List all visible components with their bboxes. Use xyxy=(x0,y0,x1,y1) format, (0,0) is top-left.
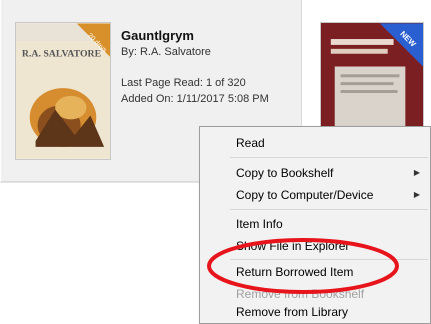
menu-separator xyxy=(230,157,428,158)
menu-separator xyxy=(230,209,428,210)
book-title: Gauntlgrym xyxy=(121,28,194,43)
added-on: Added On: 1/11/2017 5:08 PM xyxy=(121,93,269,105)
book-author: By: R.A. Salvatore xyxy=(121,46,211,58)
annotation-oval-shape xyxy=(207,238,399,294)
book-cover: R.A. SALVATORE 20 days xyxy=(15,22,111,160)
menu-item-copy-to-computer-label: Copy to Computer/Device xyxy=(236,188,374,202)
menu-item-copy-to-bookshelf[interactable]: Copy to Bookshelf ▶ xyxy=(200,162,431,184)
chevron-right-icon: ▶ xyxy=(413,168,420,177)
menu-item-item-info[interactable]: Item Info xyxy=(200,213,431,235)
cover-art: R.A. SALVATORE 20 days xyxy=(16,23,110,159)
app-screen: R.A. SALVATORE 20 days Gauntlgrym By: R.… xyxy=(0,0,431,324)
chevron-right-icon: ▶ xyxy=(413,190,420,199)
menu-item-copy-to-bookshelf-label: Copy to Bookshelf xyxy=(236,166,334,180)
annotation-oval xyxy=(205,236,401,296)
menu-item-copy-to-computer[interactable]: Copy to Computer/Device ▶ xyxy=(200,184,431,206)
menu-item-remove-from-library[interactable]: Remove from Library xyxy=(200,301,431,323)
last-page-read: Last Page Read: 1 of 320 xyxy=(121,77,246,89)
cover-author-text: R.A. SALVATORE xyxy=(22,49,102,60)
menu-item-read[interactable]: Read xyxy=(200,132,431,154)
